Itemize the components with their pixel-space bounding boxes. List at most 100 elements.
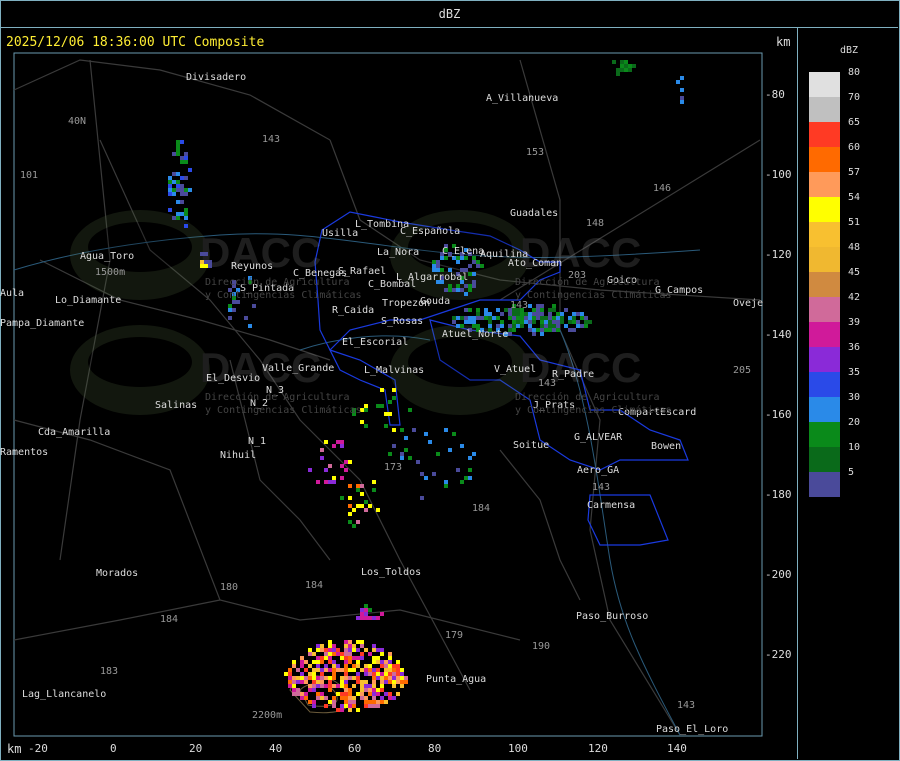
echo-pixel bbox=[348, 708, 352, 712]
echo-pixel bbox=[520, 312, 524, 316]
echo-pixel bbox=[504, 308, 508, 312]
echo-pixel bbox=[316, 480, 320, 484]
echo-pixel bbox=[536, 316, 540, 320]
echo-pixel bbox=[340, 684, 344, 688]
legend-label: 60 bbox=[848, 142, 861, 153]
echo-pixel bbox=[296, 688, 300, 692]
echo-pixel bbox=[368, 608, 372, 612]
x-tick: 100 bbox=[508, 742, 528, 755]
echo-pixel bbox=[364, 648, 368, 652]
echo-pixel bbox=[500, 324, 504, 328]
echo-pixel bbox=[340, 704, 344, 708]
y-tick: -160 bbox=[765, 408, 792, 421]
echo-pixel bbox=[516, 324, 520, 328]
echo-pixel bbox=[188, 188, 192, 192]
echo-pixel bbox=[360, 652, 364, 656]
echo-pixel bbox=[184, 208, 188, 212]
echo-pixel bbox=[176, 212, 180, 216]
echo-pixel bbox=[508, 332, 512, 336]
echo-pixel bbox=[348, 700, 352, 704]
echo-pixel bbox=[388, 672, 392, 676]
echo-pixel bbox=[180, 156, 184, 160]
place-label: El_Desvio bbox=[206, 373, 261, 384]
watermark-line1: Dirección de Agricultura bbox=[515, 277, 660, 288]
echo-pixel bbox=[332, 652, 336, 656]
echo-pixel bbox=[184, 216, 188, 220]
echo-pixel bbox=[360, 656, 364, 660]
echo-pixel bbox=[328, 480, 332, 484]
echo-pixel bbox=[556, 320, 560, 324]
echo-pixel bbox=[340, 440, 344, 444]
echo-pixel bbox=[392, 444, 396, 448]
legend-swatch bbox=[809, 422, 840, 447]
echo-pixel bbox=[348, 660, 352, 664]
echo-pixel bbox=[468, 264, 472, 268]
legend-swatch bbox=[809, 147, 840, 172]
echo-pixel bbox=[532, 316, 536, 320]
legend-swatch bbox=[809, 222, 840, 247]
echo-pixel bbox=[324, 656, 328, 660]
echo-pixel bbox=[360, 668, 364, 672]
echo-pixel bbox=[352, 648, 356, 652]
echo-pixel bbox=[344, 692, 348, 696]
echo-pixel bbox=[372, 700, 376, 704]
echo-pixel bbox=[376, 676, 380, 680]
echo-pixel bbox=[372, 676, 376, 680]
place-label: Paso_Burroso bbox=[576, 611, 649, 622]
echo-pixel bbox=[532, 312, 536, 316]
echo-pixel bbox=[364, 424, 368, 428]
echo-pixel bbox=[472, 316, 476, 320]
echo-pixel bbox=[200, 252, 204, 256]
echo-pixel bbox=[184, 152, 188, 156]
echo-pixel bbox=[348, 496, 352, 500]
echo-pixel bbox=[508, 312, 512, 316]
echo-pixel bbox=[536, 312, 540, 316]
echo-pixel bbox=[172, 172, 176, 176]
echo-pixel bbox=[512, 328, 516, 332]
echo-pixel bbox=[380, 676, 384, 680]
echo-pixel bbox=[448, 448, 452, 452]
echo-pixel bbox=[460, 444, 464, 448]
echo-pixel bbox=[444, 484, 448, 488]
echo-pixel bbox=[344, 468, 348, 472]
place-label: R_Padre bbox=[552, 369, 595, 380]
legend-label: 10 bbox=[848, 442, 861, 453]
echo-pixel bbox=[512, 312, 516, 316]
echo-pixel bbox=[344, 676, 348, 680]
echo-pixel bbox=[348, 676, 352, 680]
echo-pixel bbox=[356, 656, 360, 660]
x-tick: 140 bbox=[667, 742, 687, 755]
echo-pixel bbox=[204, 264, 208, 268]
echo-pixel bbox=[364, 508, 368, 512]
echo-pixel bbox=[376, 508, 380, 512]
echo-pixel bbox=[324, 648, 328, 652]
echo-pixel bbox=[360, 492, 364, 496]
echo-pixel bbox=[316, 676, 320, 680]
echo-pixel bbox=[368, 504, 372, 508]
echo-pixel bbox=[360, 640, 364, 644]
echo-pixel bbox=[300, 660, 304, 664]
echo-pixel bbox=[336, 652, 340, 656]
echo-pixel bbox=[476, 312, 480, 316]
legend-swatch bbox=[809, 172, 840, 197]
echo-pixel bbox=[204, 260, 208, 264]
y-tick: -220 bbox=[765, 648, 792, 661]
x-tick: 20 bbox=[189, 742, 203, 755]
echo-pixel bbox=[172, 216, 176, 220]
echo-pixel bbox=[396, 676, 400, 680]
echo-pixel bbox=[344, 640, 348, 644]
echo-pixel bbox=[380, 700, 384, 704]
echo-pixel bbox=[168, 192, 172, 196]
echo-pixel bbox=[384, 700, 388, 704]
echo-pixel bbox=[176, 172, 180, 176]
echo-pixel bbox=[228, 308, 232, 312]
echo-pixel bbox=[544, 320, 548, 324]
echo-pixel bbox=[388, 680, 392, 684]
echo-pixel bbox=[284, 672, 288, 676]
echo-pixel bbox=[524, 320, 528, 324]
place-label: Soitue bbox=[513, 440, 550, 451]
echo-pixel bbox=[372, 672, 376, 676]
echo-pixel bbox=[400, 684, 404, 688]
legend-swatch bbox=[809, 122, 840, 147]
echo-pixel bbox=[184, 188, 188, 192]
